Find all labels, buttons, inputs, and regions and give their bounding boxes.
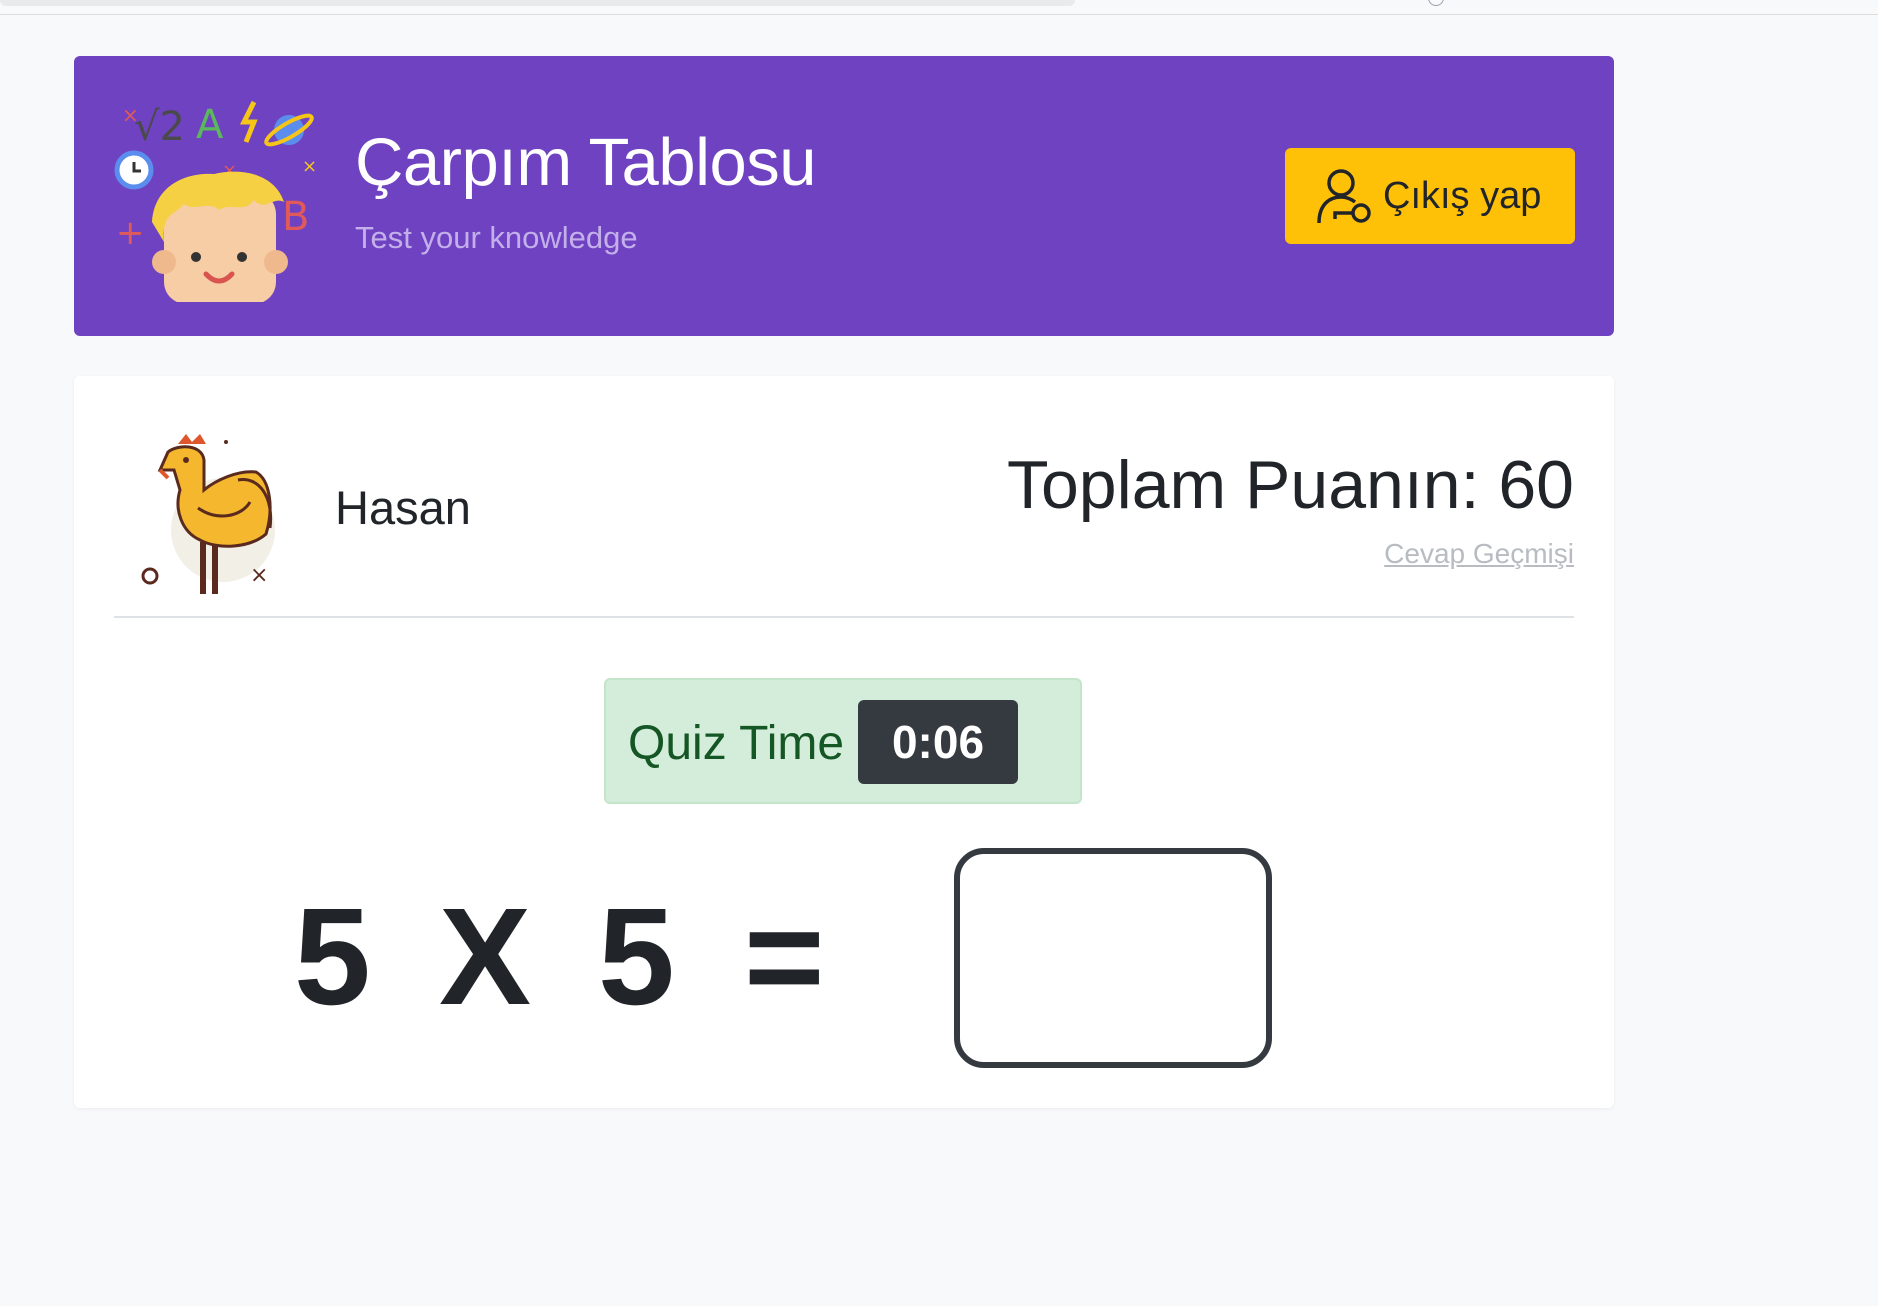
quiz-timer: Quiz Time 0:06 [604,678,1082,804]
total-score: Toplam Puanın: 60 [1006,447,1574,523]
page-title: Çarpım Tablosu [355,125,817,200]
operand-a: 5 [294,880,371,1034]
svg-text:×: × [122,103,139,127]
answer-input[interactable] [954,848,1272,1068]
svg-text:B: B [282,194,309,240]
rooster-avatar-icon: × [141,434,275,594]
math-kid-logo-icon: √2 A × × × + B [114,100,317,302]
browser-top-strip [0,0,1878,15]
svg-text:×: × [302,156,317,177]
divider [114,616,1574,618]
logout-label: Çıkış yap [1383,174,1542,217]
svg-text:×: × [250,563,268,588]
user-key-icon [1317,169,1371,224]
player-name: Hasan [335,481,471,534]
browser-profile-icon [1428,0,1444,6]
answer-history-link[interactable]: Cevap Geçmişi [1384,538,1574,570]
page-subtitle: Test your knowledge [355,220,638,255]
app-header: √2 A × × × + B Çarpım Tablosu Test your … [74,56,1614,336]
operator: X [439,880,532,1034]
timer-value: 0:06 [858,700,1018,784]
svg-text:√2: √2 [134,104,185,150]
browser-address-bar-edge [0,0,1075,6]
logout-button[interactable]: Çıkış yap [1285,148,1575,244]
timer-label: Quiz Time [628,717,845,770]
equals-sign: = [744,880,825,1034]
quiz-card: × Hasan Toplam Puanın: 60 Cevap Geçmişi … [74,376,1614,1108]
svg-text:A: A [196,102,224,148]
svg-text:+: + [116,213,145,253]
operand-b: 5 [598,880,675,1034]
